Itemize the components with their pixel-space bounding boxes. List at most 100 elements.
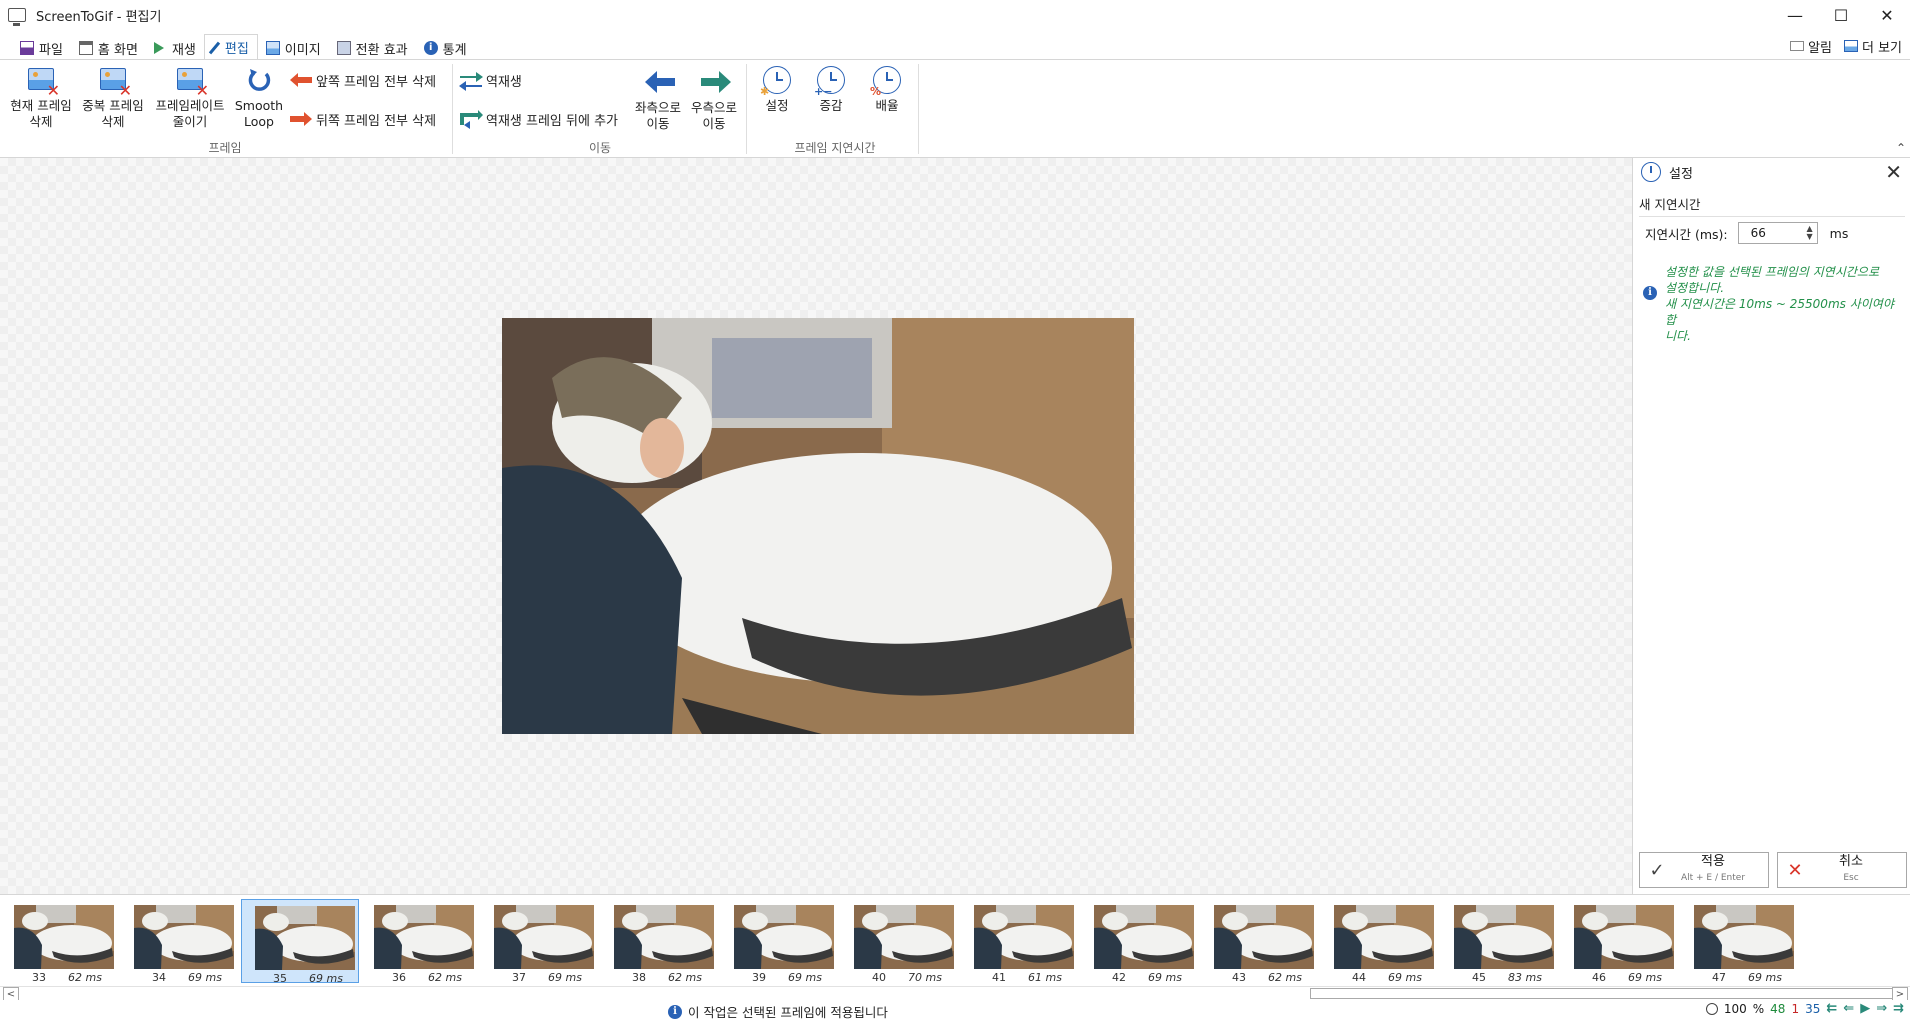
override-delay-button[interactable]: ✱ 설정 <box>752 66 802 114</box>
tab-statistics[interactable]: i 통계 <box>416 36 475 60</box>
next-frame-icon[interactable]: ⇒ <box>1876 1001 1887 1016</box>
delete-previous-frames-button[interactable]: 앞쪽 프레임 전부 삭제 <box>288 68 436 92</box>
frame-delay: 69 ms <box>309 972 343 985</box>
button-label: 좌측으로 <box>634 100 681 115</box>
cancel-button[interactable]: ✕ 취소 Esc <box>1777 852 1907 888</box>
frame-thumbnail[interactable]: 41 61 ms <box>961 899 1079 984</box>
frame-number: 42 <box>1112 971 1126 984</box>
tab-edit[interactable]: 편집 <box>203 34 258 60</box>
previous-frame-icon[interactable]: ⇐ <box>1843 1001 1854 1016</box>
frame-thumbnail[interactable]: 44 69 ms <box>1321 899 1439 984</box>
move-right-button[interactable]: 우측으로 이동 <box>686 68 742 132</box>
frame-thumbnail[interactable]: 47 69 ms <box>1681 899 1799 984</box>
move-left-button[interactable]: 좌측으로 이동 <box>630 68 686 132</box>
apply-button[interactable]: ✓ 적용 Alt + E / Enter <box>1639 852 1769 888</box>
panel-section-title: 새 지연시간 <box>1639 194 1905 217</box>
frame-thumbnail[interactable]: 35 69 ms <box>241 899 359 985</box>
frame-delay: 69 ms <box>1148 971 1182 984</box>
tab-image[interactable]: 이미지 <box>258 36 329 60</box>
zoom-value[interactable]: 100 <box>1724 1002 1747 1016</box>
tab-playback[interactable]: 재생 <box>146 36 204 60</box>
frame-delay: 62 ms <box>668 971 702 984</box>
button-label: 설정 <box>765 98 789 113</box>
reduce-framerate-button[interactable]: ✕ 프레임레이트 줄이기 <box>148 66 232 130</box>
frame-delay: 62 ms <box>68 971 102 984</box>
frame-number: 35 <box>273 972 287 985</box>
frame-thumbnail[interactable]: 38 62 ms <box>601 899 719 984</box>
scrollbar-thumb[interactable] <box>1310 988 1895 999</box>
frame-thumbnail[interactable]: 37 69 ms <box>481 899 599 984</box>
frame-thumbnail-image <box>614 905 714 969</box>
button-label: 뒤쪽 프레임 전부 삭제 <box>316 113 437 129</box>
delete-current-frame-button[interactable]: ✕ 현재 프레임 삭제 <box>4 66 78 130</box>
tab-home[interactable]: 홈 화면 <box>71 36 146 60</box>
frame-canvas[interactable] <box>0 158 1632 894</box>
frame-thumbnail[interactable]: 43 62 ms <box>1201 899 1319 984</box>
frame-delay: 69 ms <box>1388 971 1422 984</box>
info-icon: i <box>1643 286 1657 300</box>
panel-title: 설정 <box>1669 166 1693 182</box>
more-label: 더 보기 <box>1861 40 1902 56</box>
frame-thumbnail[interactable]: 40 70 ms <box>841 899 959 984</box>
yoyo-icon <box>458 109 484 129</box>
reverse-button[interactable]: 역재생 <box>458 68 522 92</box>
close-panel-icon[interactable]: ✕ <box>1885 162 1902 182</box>
frame-thumbnail-image <box>734 905 834 969</box>
more-button[interactable]: 더 보기 <box>1843 37 1902 56</box>
button-label: 앞쪽 프레임 전부 삭제 <box>316 74 437 90</box>
tab-label: 재생 <box>171 42 196 58</box>
delay-value: 66 <box>1750 226 1766 240</box>
frame-thumbnail-image <box>374 905 474 969</box>
check-icon: ✓ <box>1649 859 1665 881</box>
frame-thumbnail[interactable]: 34 69 ms <box>121 899 239 984</box>
notifications-button[interactable]: 알림 <box>1790 37 1832 56</box>
button-label: Loop <box>244 114 274 129</box>
frame-thumbnail[interactable]: 36 62 ms <box>361 899 479 984</box>
maximize-button[interactable]: ☐ <box>1818 0 1864 30</box>
tab-label: 이미지 <box>284 42 321 58</box>
button-label: 우측으로 <box>690 100 737 115</box>
frame-thumbnail-image <box>1694 905 1794 969</box>
last-frame-icon[interactable]: ⇉ <box>1893 1001 1904 1016</box>
yoyo-button[interactable]: 역재생 프레임 뒤에 추가 <box>458 107 618 131</box>
delete-duplicates-button[interactable]: ✕ 중복 프레임 삭제 <box>76 66 150 130</box>
scale-delay-button[interactable]: % 배율 <box>862 66 912 114</box>
status-right: 100 % 48 1 35 ⇇ ⇐ ▶ ⇒ ⇉ <box>1705 1001 1904 1016</box>
scroll-left-icon[interactable]: < <box>3 987 19 1001</box>
minimize-button[interactable]: — <box>1772 0 1818 30</box>
frame-thumbnail[interactable]: 42 69 ms <box>1081 899 1199 984</box>
frame-thumbnail[interactable]: 39 69 ms <box>721 899 839 984</box>
first-frame-icon[interactable]: ⇇ <box>1826 1001 1837 1016</box>
delete-next-frames-button[interactable]: 뒤쪽 프레임 전부 삭제 <box>288 107 436 131</box>
tab-transitions[interactable]: 전환 효과 <box>329 36 416 60</box>
collapse-ribbon-icon[interactable]: ⌃ <box>1896 141 1906 155</box>
clock-plus-minus-icon: +− <box>814 66 846 98</box>
frame-thumbnail[interactable]: 33 62 ms <box>1 899 119 984</box>
tab-label: 통계 <box>442 42 467 58</box>
increase-decrease-delay-button[interactable]: +− 증감 <box>806 66 856 114</box>
scroll-right-icon[interactable]: > <box>1892 987 1908 1001</box>
delay-settings-panel: 설정 ✕ 새 지연시간 지연시간 (ms): 66 ▲ ▼ ms i 설정한 값을… <box>1632 158 1910 894</box>
notifications-label: 알림 <box>1808 40 1832 56</box>
smooth-loop-button[interactable]: Smooth Loop <box>232 66 286 130</box>
spinner-arrows-icon[interactable]: ▲ ▼ <box>1806 225 1812 241</box>
arrow-left-icon <box>288 70 314 90</box>
frame-thumbnail-image <box>494 905 594 969</box>
close-button[interactable]: ✕ <box>1864 0 1910 30</box>
tab-label: 전환 효과 <box>355 42 408 58</box>
play-icon[interactable]: ▶ <box>1860 1001 1870 1016</box>
frame-thumbnail[interactable]: 46 69 ms <box>1561 899 1679 984</box>
button-label: 프레임레이트 <box>155 98 225 113</box>
loop-icon <box>244 66 274 94</box>
frame-number: 47 <box>1712 971 1726 984</box>
delay-input[interactable]: 66 ▲ ▼ <box>1737 222 1818 244</box>
cancel-label: 취소 <box>1839 854 1863 869</box>
current-frame: 35 <box>1805 1001 1821 1016</box>
reduce-framerate-icon: ✕ <box>175 66 209 99</box>
close-icon: ✕ <box>1787 859 1803 881</box>
ribbon-tabs: 파일 홈 화면 재생 편집 이미지 전환 효과 i 통계 알림 더 보기 <box>0 34 1910 60</box>
group-separator <box>452 64 453 154</box>
filmstrip-scrollbar[interactable]: < > <box>0 986 1910 1001</box>
frame-thumbnail[interactable]: 45 83 ms <box>1441 899 1559 984</box>
tab-file[interactable]: 파일 <box>12 36 71 60</box>
